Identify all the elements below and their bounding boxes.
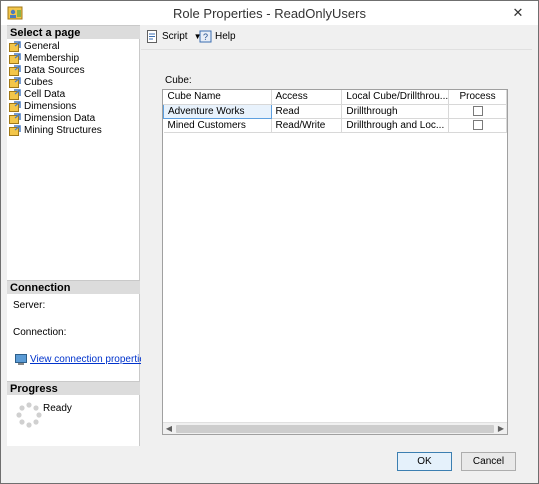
- cube-grid: Cube Name Access Local Cube/Drillthrou..…: [162, 89, 508, 435]
- script-label: Script: [162, 31, 188, 42]
- column-header-cube-name[interactable]: Cube Name: [163, 90, 272, 105]
- script-button[interactable]: Script ▼: [146, 30, 201, 43]
- page-item-label: Data Sources: [24, 64, 85, 76]
- page-icon: [9, 88, 21, 100]
- page-item-data-sources[interactable]: Data Sources: [9, 64, 102, 76]
- content-area: Cube: Cube Name Access Local Cube/Drillt…: [141, 50, 532, 446]
- page-icon: [9, 40, 21, 52]
- page-item-dimension-data[interactable]: Dimension Data: [9, 112, 102, 124]
- view-connection-properties-label: View connection properties: [30, 354, 150, 365]
- scroll-thumb[interactable]: [176, 425, 494, 433]
- left-pane: Select a page General Membership Data Sour…: [7, 25, 150, 446]
- page-item-label: Cell Data: [24, 88, 66, 100]
- process-checkbox[interactable]: [472, 105, 483, 116]
- page-item-label: Membership: [24, 52, 80, 64]
- close-button[interactable]: ✕: [504, 4, 532, 21]
- cube-name-cell[interactable]: Mined Customers: [163, 118, 272, 133]
- column-header-process[interactable]: Process: [448, 90, 507, 105]
- page-item-cell-data[interactable]: Cell Data: [9, 88, 102, 100]
- right-pane: Script ▼ ? Help Cube: Cube Name Access L…: [141, 25, 532, 446]
- progress-spinner-icon: [15, 401, 43, 429]
- dialog-button-bar: OK Cancel: [1, 446, 538, 483]
- help-button[interactable]: ? Help: [199, 30, 236, 43]
- process-checkbox[interactable]: [472, 119, 483, 130]
- cube-table-header: Cube Name Access Local Cube/Drillthrou..…: [163, 90, 507, 105]
- svg-text:?: ?: [203, 32, 208, 42]
- access-cell[interactable]: Read/Write: [271, 118, 343, 133]
- cube-label: Cube:: [165, 75, 192, 86]
- cube-name-cell[interactable]: Adventure Works: [163, 103, 272, 119]
- page-item-label: Mining Structures: [24, 124, 102, 136]
- toolbar: Script ▼ ? Help: [141, 25, 532, 50]
- page-icon: [9, 76, 21, 88]
- view-connection-properties-link[interactable]: View connection properties: [15, 354, 150, 365]
- column-header-access[interactable]: Access: [271, 90, 343, 105]
- page-icon: [9, 100, 21, 112]
- help-label: Help: [215, 31, 236, 42]
- select-page-header: Select a page: [7, 25, 140, 39]
- page-icon: [9, 52, 21, 64]
- page-item-dimensions[interactable]: Dimensions: [9, 100, 102, 112]
- local-cube-cell[interactable]: Drillthrough: [341, 104, 450, 119]
- page-item-cubes[interactable]: Cubes: [9, 76, 102, 88]
- ok-button[interactable]: OK: [397, 452, 452, 471]
- table-row[interactable]: Mined Customers Read/Write Drillthrough …: [163, 118, 507, 133]
- access-cell[interactable]: Read: [271, 104, 343, 119]
- page-item-general[interactable]: General: [9, 40, 102, 52]
- server-label: Server:: [13, 300, 46, 311]
- page-item-membership[interactable]: Membership: [9, 52, 102, 64]
- page-icon: [9, 124, 21, 136]
- page-item-label: Dimensions: [24, 100, 77, 112]
- page-item-label: Dimension Data: [24, 112, 96, 124]
- scroll-right-icon[interactable]: ▶: [495, 424, 507, 434]
- help-icon: ?: [199, 30, 212, 43]
- progress-status-text: Ready: [43, 403, 72, 414]
- connection-label: Connection:: [13, 327, 67, 338]
- horizontal-scrollbar[interactable]: ◀ ▶: [163, 422, 507, 434]
- column-header-local-cube[interactable]: Local Cube/Drillthrou...: [341, 90, 450, 105]
- process-cell: [448, 118, 507, 133]
- close-icon: ✕: [512, 4, 524, 20]
- cube-table: Cube Name Access Local Cube/Drillthrou..…: [163, 90, 507, 133]
- cancel-button[interactable]: Cancel: [461, 452, 516, 471]
- page-icon: [9, 112, 21, 124]
- page-list: General Membership Data Sources Cubes Cell D…: [9, 40, 102, 136]
- page-item-mining-structures[interactable]: Mining Structures: [9, 124, 102, 136]
- scroll-left-icon[interactable]: ◀: [163, 424, 175, 434]
- script-icon: [146, 30, 159, 43]
- local-cube-cell[interactable]: Drillthrough and Loc...: [341, 118, 450, 133]
- process-cell: [448, 104, 507, 119]
- window-title: Role Properties - ReadOnlyUsers: [173, 6, 366, 21]
- progress-header: Progress: [7, 381, 140, 395]
- role-properties-window: Role Properties - ReadOnlyUsers ✕ Select…: [0, 0, 539, 484]
- page-item-label: General: [24, 40, 60, 52]
- title-bar: Role Properties - ReadOnlyUsers ✕: [1, 1, 538, 25]
- page-icon: [9, 64, 21, 76]
- page-item-label: Cubes: [24, 76, 53, 88]
- connection-properties-icon: [15, 354, 27, 365]
- table-row[interactable]: Adventure Works Read Drillthrough: [163, 103, 507, 119]
- connection-header: Connection: [7, 280, 140, 294]
